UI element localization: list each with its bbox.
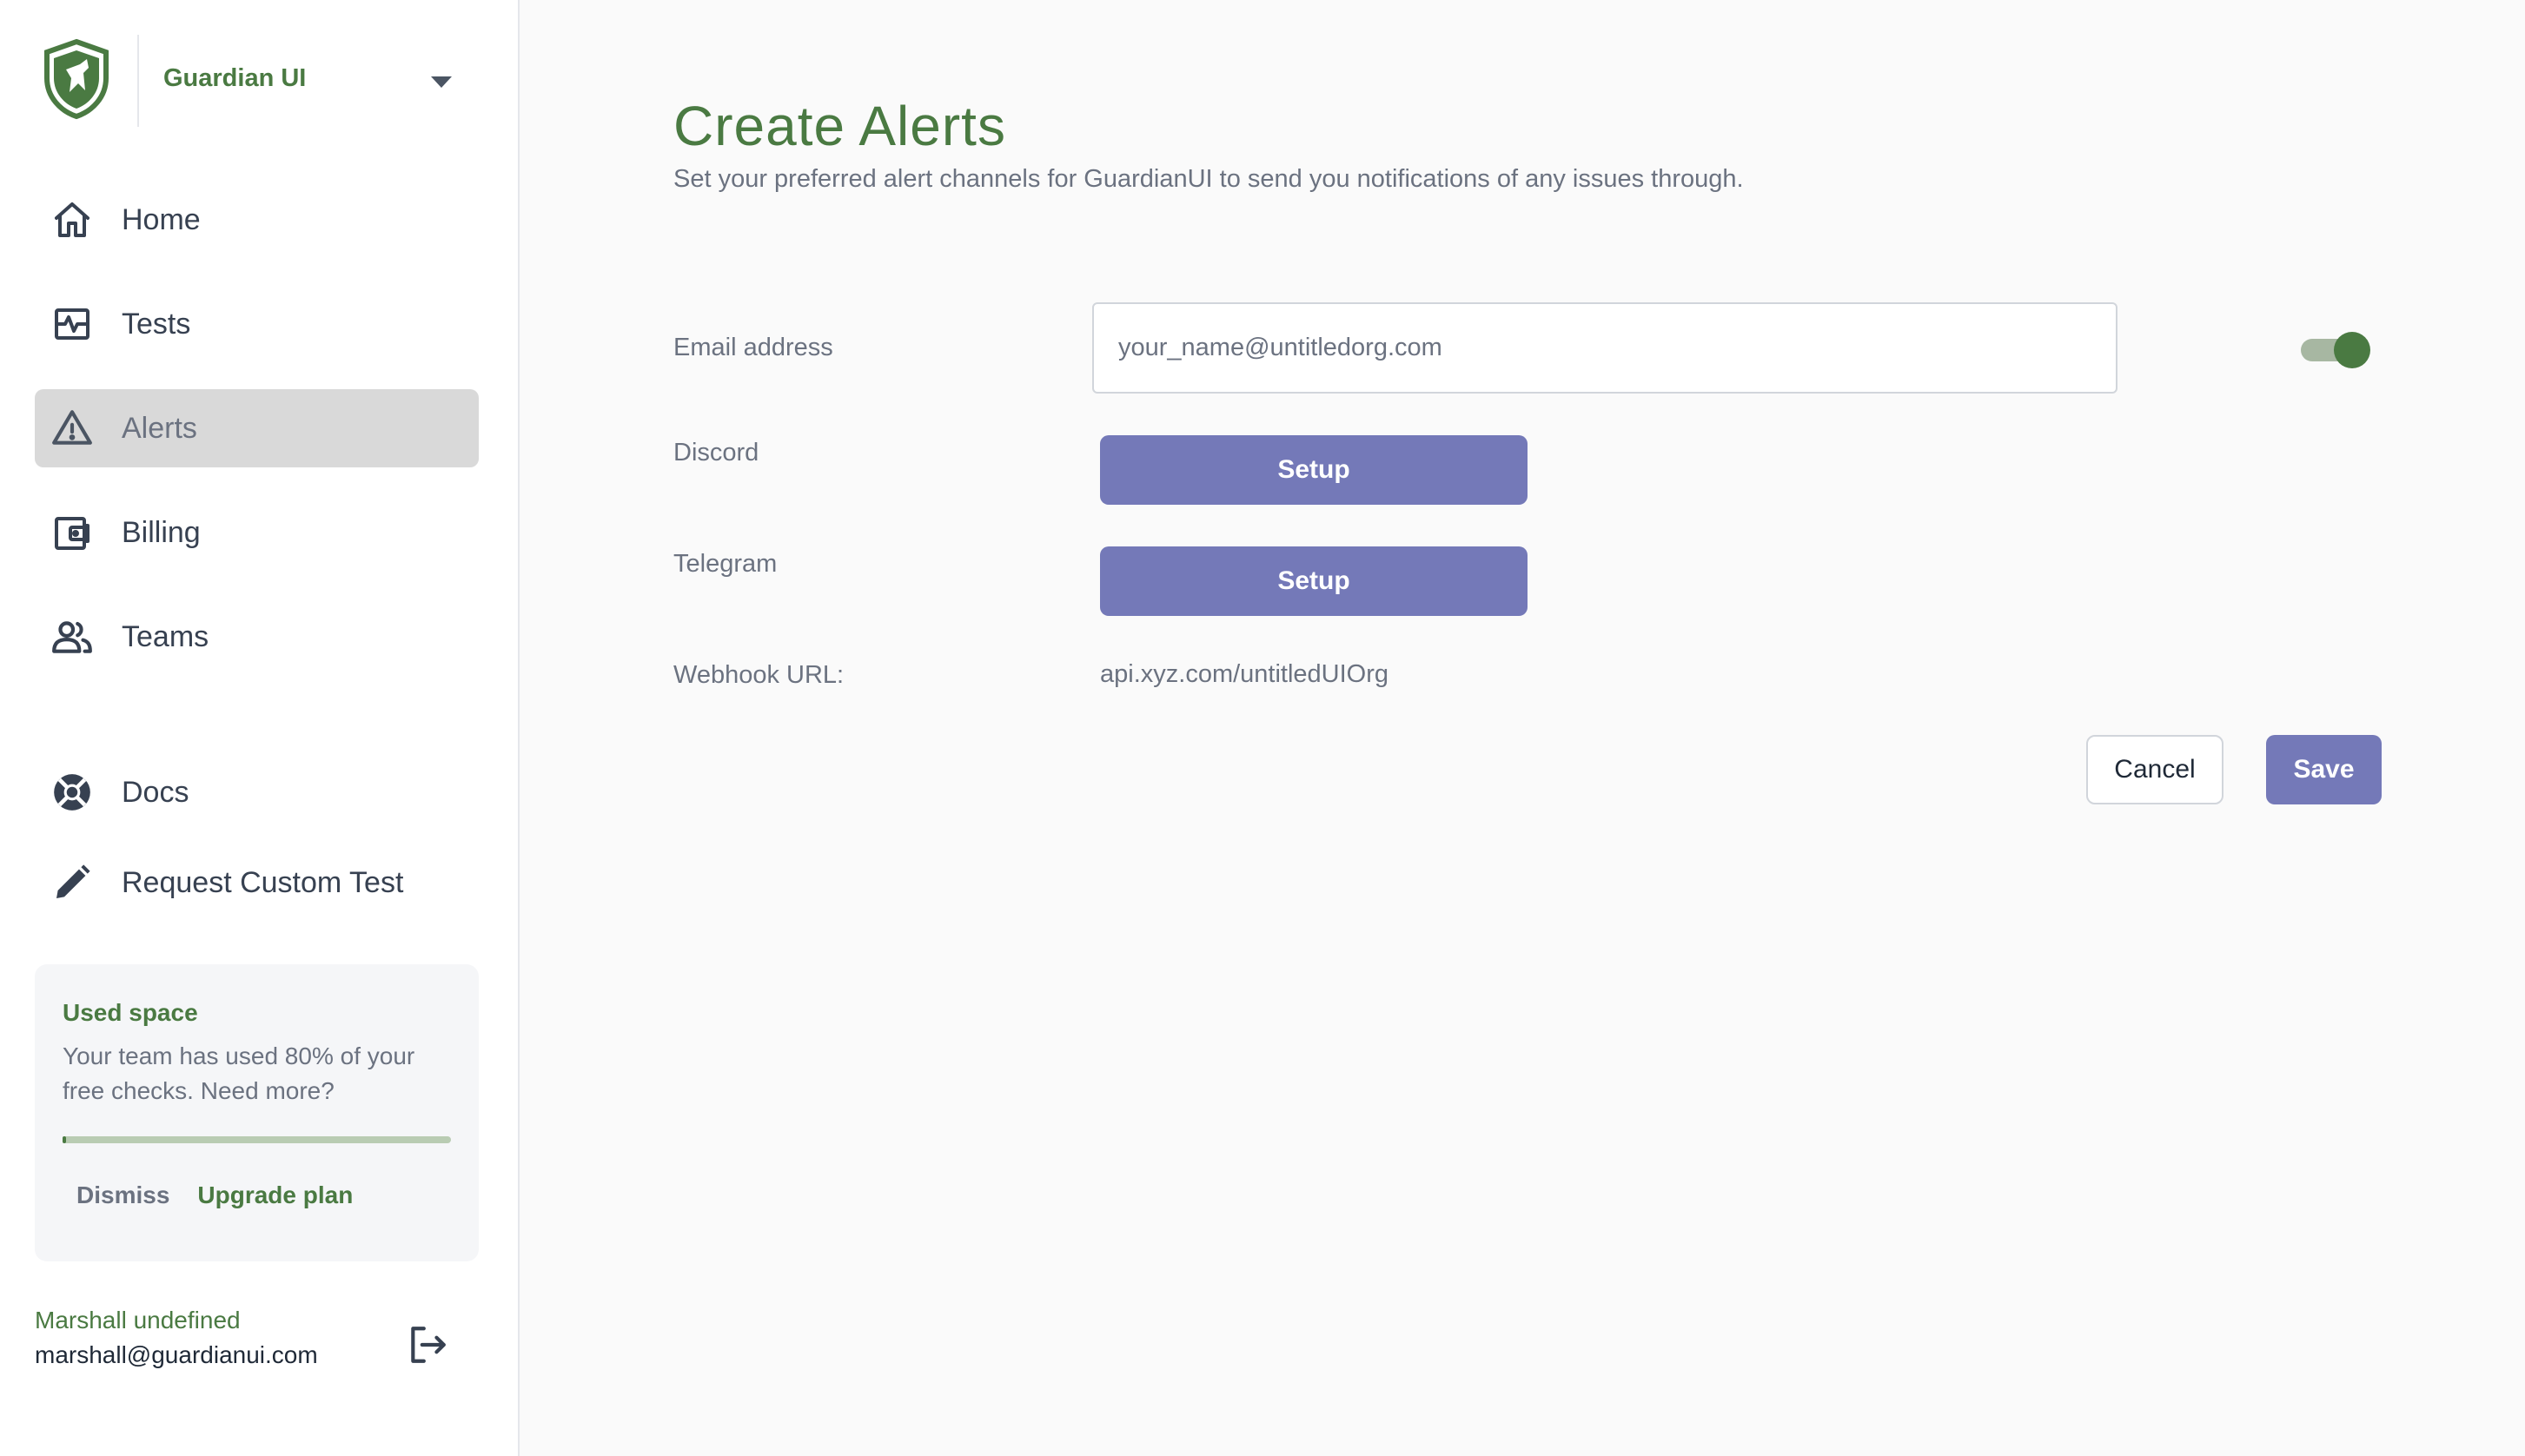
wallet-icon (50, 511, 94, 554)
usage-progress-fill (63, 1136, 66, 1143)
sidebar: Guardian UI Home Tests Alerts Billing Te… (0, 0, 520, 1456)
dismiss-button[interactable]: Dismiss (76, 1181, 169, 1209)
user-profile: Marshall undefined marshall@guardianui.c… (35, 1303, 452, 1381)
sidebar-item-label: Docs (122, 775, 189, 809)
sidebar-item-teams[interactable]: Teams (35, 598, 479, 676)
user-name: Marshall undefined (35, 1307, 241, 1334)
telegram-setup-button[interactable]: Setup (1100, 546, 1528, 616)
email-alert-toggle[interactable] (2301, 332, 2370, 368)
discord-setup-button[interactable]: Setup (1100, 435, 1528, 505)
toggle-thumb (2334, 332, 2370, 368)
sidebar-item-label: Teams (122, 619, 209, 653)
email-address-label: Email address (673, 334, 833, 361)
sidebar-item-label: Billing (122, 515, 201, 549)
usage-progress-bar (63, 1136, 451, 1143)
usage-title: Used space (63, 999, 198, 1026)
shield-dog-icon (44, 38, 109, 120)
main-content: Create Alerts Set your preferred alert c… (520, 0, 2525, 1456)
brand-divider (137, 35, 139, 127)
logout-button[interactable] (400, 1317, 455, 1373)
sidebar-item-label: Home (122, 202, 201, 236)
webhook-url-value: api.xyz.com/untitledUIOrg (1100, 660, 1389, 688)
users-icon (50, 615, 94, 659)
sidebar-item-docs[interactable]: Docs (35, 753, 479, 831)
save-button[interactable]: Save (2266, 735, 2382, 804)
sidebar-item-alerts[interactable]: Alerts (35, 389, 479, 467)
sidebar-item-label: Tests (122, 307, 191, 341)
sidebar-item-label: Request Custom Test (122, 865, 404, 899)
sidebar-item-request-custom-test[interactable]: Request Custom Test (35, 844, 479, 922)
sidebar-item-label: Alerts (122, 411, 197, 445)
page-subtitle: Set your preferred alert channels for Gu… (673, 165, 1744, 193)
sidebar-item-billing[interactable]: Billing (35, 493, 479, 572)
sidebar-item-home[interactable]: Home (35, 181, 479, 259)
sidebar-item-tests[interactable]: Tests (35, 285, 479, 363)
discord-label: Discord (673, 439, 759, 467)
logout-icon (411, 1327, 446, 1363)
chevron-down-icon[interactable] (431, 76, 452, 88)
cancel-button[interactable]: Cancel (2086, 735, 2223, 804)
upgrade-plan-button[interactable]: Upgrade plan (197, 1181, 353, 1209)
user-email: marshall@guardianui.com (35, 1341, 318, 1368)
webhook-url-label: Webhook URL: (673, 661, 845, 689)
brand-switcher[interactable]: Guardian UI (35, 31, 469, 127)
alert-triangle-icon (50, 407, 94, 450)
pencil-icon (50, 861, 94, 904)
page-title: Create Alerts (673, 95, 1006, 157)
usage-card: Used space Your team has used 80% of you… (35, 964, 479, 1261)
tests-icon (50, 302, 94, 346)
lifebuoy-icon (50, 771, 94, 814)
brand-name: Guardian UI (163, 64, 307, 92)
email-field[interactable] (1092, 302, 2117, 394)
usage-text: Your team has used 80% of your free chec… (63, 1042, 415, 1104)
home-icon (50, 198, 94, 242)
usage-actions: Dismiss Upgrade plan (76, 1181, 353, 1209)
app-window: Guardian UI Home Tests Alerts Billing Te… (0, 0, 2525, 1456)
telegram-label: Telegram (673, 550, 778, 578)
